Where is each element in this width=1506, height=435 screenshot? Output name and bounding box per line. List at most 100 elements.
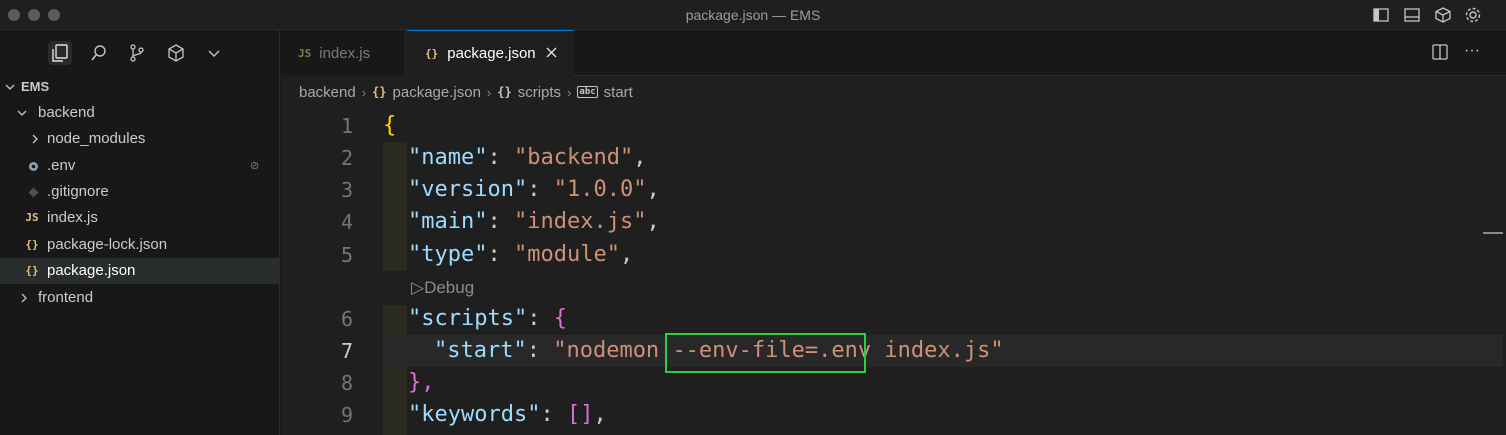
tree-item-label: node_modules (47, 130, 146, 147)
tab-bar: JS index.js {} package.json ··· (281, 30, 1506, 76)
tree-item-index-js[interactable]: JS index.js (0, 205, 279, 231)
code-line: 4 "main": "index.js", (281, 206, 1506, 238)
javascript-file-icon: JS (25, 211, 39, 224)
ignored-status-icon: ⊘ (250, 160, 260, 172)
json-value: [] (566, 402, 594, 427)
debug-codelens[interactable]: ▷Debug (411, 275, 474, 301)
tree-item-label: package.json (47, 262, 136, 279)
tree-item-frontend[interactable]: frontend (0, 285, 279, 311)
tree-item-label: package-lock.json (47, 236, 168, 253)
line-text: { (383, 113, 397, 138)
tree-item-label: .gitignore (47, 183, 109, 200)
line-number: 3 (340, 178, 353, 202)
json-file-icon: {} (25, 238, 39, 251)
title-bar: package.json — EMS (0, 0, 1506, 30)
json-key: "scripts" (408, 306, 528, 331)
more-actions-icon[interactable]: ··· (1464, 42, 1480, 60)
json-key: "main" (408, 209, 488, 234)
close-icon[interactable] (546, 45, 557, 62)
json-value: { (553, 306, 567, 331)
line-number: 4 (340, 210, 353, 234)
breadcrumb-item[interactable]: package.json (393, 84, 481, 101)
extensions-cube-icon[interactable] (1433, 5, 1453, 25)
code-line: 6 "scripts": { (281, 303, 1506, 335)
line-number: 1 (340, 114, 353, 138)
json-value: "1.0.0" (553, 177, 647, 202)
json-value: "backend" (513, 145, 634, 170)
tree-item-node-modules[interactable]: node_modules (0, 126, 279, 152)
json-file-icon: {} (372, 85, 387, 99)
line-number: 6 (340, 307, 353, 331)
play-icon: ▷ (411, 278, 425, 297)
line-number: 7 (340, 339, 353, 363)
chevron-down-icon (4, 74, 16, 100)
tree-item-env[interactable]: .env ⊘ (0, 153, 279, 179)
code-editor[interactable]: 1 { 2 "name": "backend", 3 "version": "1… (281, 110, 1506, 435)
tree-item-label: frontend (38, 289, 94, 306)
code-line: 9 "keywords": [], (281, 399, 1506, 431)
object-icon: {} (497, 85, 512, 99)
tab-package-json[interactable]: {} package.json (407, 30, 574, 76)
json-key: "keywords" (408, 402, 541, 427)
tree-item-package-lock[interactable]: {} package-lock.json (0, 232, 279, 258)
chevron-right-icon: › (567, 84, 572, 100)
tree-item-backend[interactable]: backend (0, 100, 279, 126)
json-value: "module" (513, 242, 620, 267)
line-text: "main": "index.js", (408, 209, 660, 234)
git-icon (25, 179, 41, 205)
source-control-icon[interactable] (125, 41, 149, 65)
json-value-part: index.js" (871, 338, 1004, 363)
breadcrumb-item[interactable]: scripts (518, 84, 561, 101)
split-editor-icon[interactable] (1432, 44, 1448, 65)
breadcrumb-item[interactable]: start (604, 84, 633, 101)
explorer-files-icon[interactable] (48, 41, 72, 65)
chevron-right-icon (29, 126, 41, 152)
chevron-down-icon (16, 100, 28, 126)
json-key: "name" (408, 145, 488, 170)
string-icon: abc (577, 86, 598, 98)
line-text: }, (408, 370, 435, 395)
json-file-icon: {} (425, 47, 439, 60)
line-text: "type": "module", (408, 242, 634, 267)
breadcrumb: backend › {} package.json › {} scripts ›… (281, 76, 1506, 108)
line-text: "keywords": [], (408, 402, 607, 427)
tab-label: index.js (319, 44, 371, 62)
line-text: "name": "backend", (408, 145, 647, 170)
json-value: "index.js" (513, 209, 647, 234)
explorer-sidebar: EMS backend node_modules .env ⊘ .gitigno… (0, 30, 280, 435)
settings-gear-icon[interactable] (1463, 5, 1483, 25)
code-line: 3 "version": "1.0.0", (281, 174, 1506, 206)
breadcrumb-item[interactable]: backend (299, 84, 356, 101)
gear-icon (25, 153, 41, 179)
tree-item-label: .env (47, 157, 76, 174)
tree-item-gitignore[interactable]: .gitignore (0, 179, 279, 205)
chevron-right-icon: › (486, 84, 492, 100)
workspace-root[interactable]: EMS (0, 74, 279, 100)
workspace-root-label: EMS (21, 79, 50, 94)
json-value-part: "nodemon (553, 338, 673, 363)
chevron-down-icon[interactable] (202, 41, 226, 65)
tree-item-package-json[interactable]: {} package.json (0, 258, 279, 284)
json-file-icon: {} (25, 264, 39, 277)
extensions-icon[interactable] (164, 41, 188, 65)
code-line: 5 "type": "module", (281, 239, 1506, 271)
search-icon[interactable] (87, 41, 111, 65)
annotation-highlight-box (665, 333, 866, 373)
line-number: 5 (340, 243, 353, 267)
chevron-right-icon: › (361, 84, 367, 100)
toggle-panel-icon[interactable] (1402, 5, 1422, 25)
window-title: package.json — EMS (685, 7, 821, 23)
line-text: "version": "1.0.0", (408, 177, 660, 202)
code-line: 2 "name": "backend", (281, 142, 1506, 174)
line-number: 8 (340, 371, 353, 395)
code-line: 1 { (281, 110, 1506, 142)
sidebar-toolbar (0, 30, 280, 76)
json-key: "start" (434, 338, 527, 363)
json-key: "type" (408, 242, 488, 267)
tab-index-js[interactable]: JS index.js (281, 30, 406, 76)
toggle-primary-sidebar-icon[interactable] (1371, 5, 1391, 25)
code-line: 8 }, (281, 367, 1506, 399)
tree-item-label: index.js (47, 209, 98, 226)
javascript-file-icon: JS (298, 46, 312, 60)
code-line-current: 7 "start": "nodemon --env-file=.env inde… (281, 335, 1506, 367)
